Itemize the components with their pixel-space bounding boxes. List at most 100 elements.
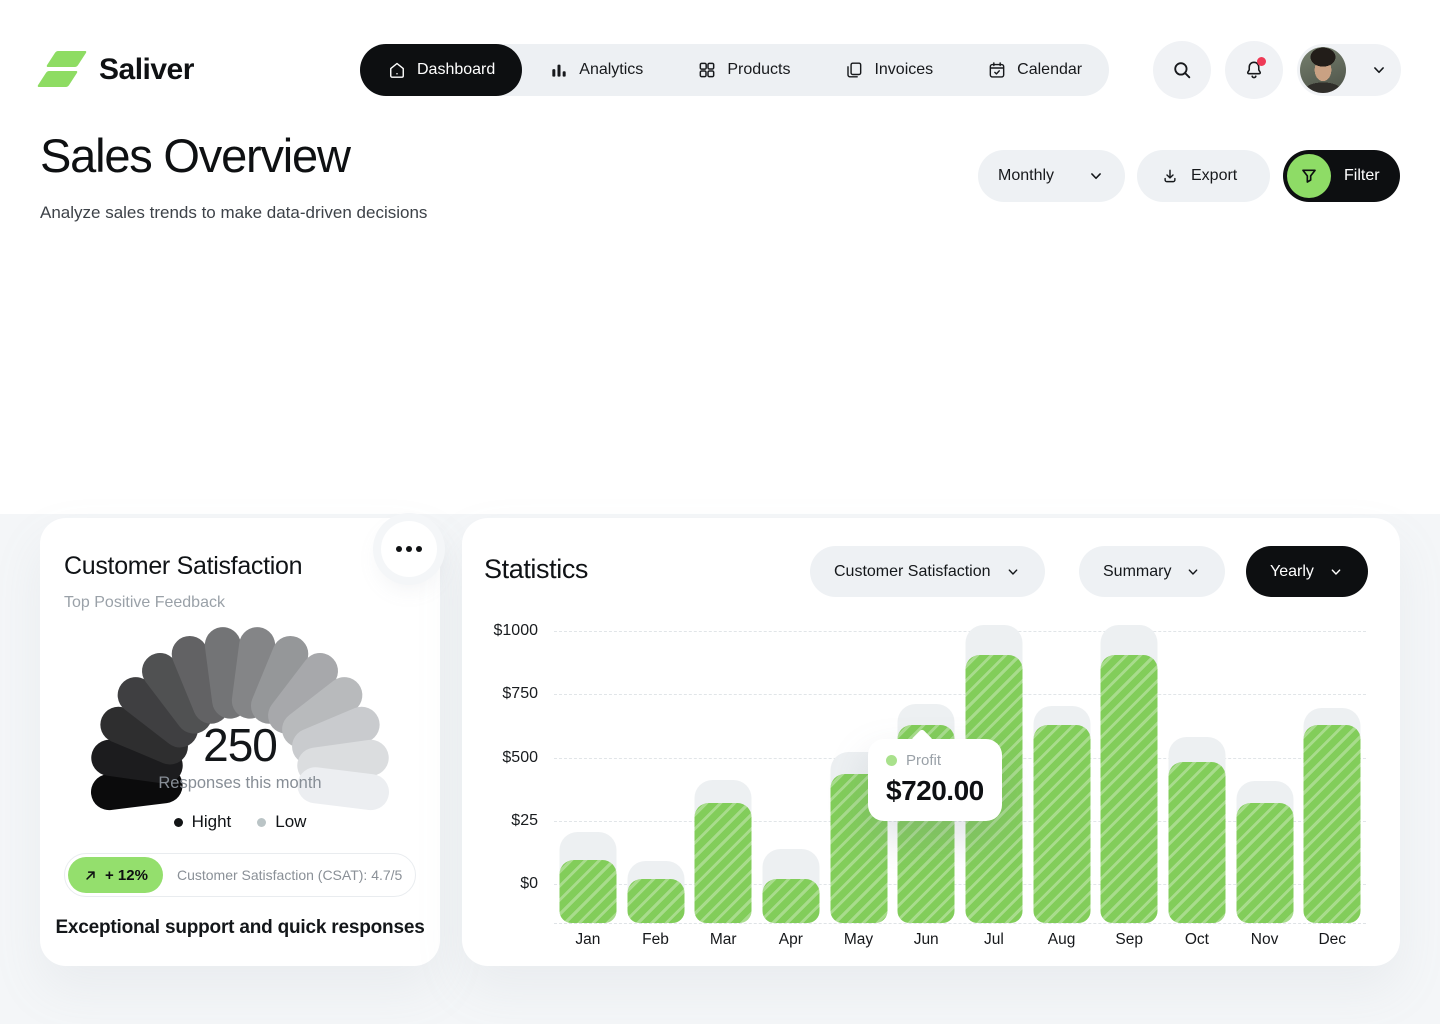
search-icon	[1171, 59, 1193, 81]
profit-bar-dec[interactable]	[1304, 725, 1361, 923]
profit-bar-nov[interactable]	[1236, 803, 1293, 923]
products-grid-icon	[697, 60, 717, 80]
y-tick-label: $500	[462, 749, 538, 767]
profit-bar-sep[interactable]	[1101, 655, 1158, 923]
range-dropdown[interactable]: Yearly	[1246, 546, 1368, 597]
export-label: Export	[1191, 167, 1237, 185]
x-tick-label: Nov	[1231, 931, 1299, 949]
tooltip-series-label: Profit	[906, 752, 941, 769]
brand-logo: Saliver	[40, 48, 194, 92]
tooltip-series-dot	[886, 755, 897, 766]
x-tick-label: Oct	[1163, 931, 1231, 949]
legend-label: Hight	[192, 812, 232, 832]
chevron-down-icon	[1328, 564, 1344, 580]
legend-item-low: Low	[257, 812, 306, 832]
profit-bar-chart: $0$25$500$750$1000 JanFebMarAprMayJunJul…	[462, 618, 1400, 923]
chart-slot-sep: Sep	[1095, 618, 1163, 923]
card-menu-button[interactable]	[381, 521, 437, 577]
filter-label: Filter	[1344, 167, 1380, 185]
period-dropdown[interactable]: Monthly	[978, 150, 1125, 202]
chevron-down-icon	[1370, 61, 1388, 79]
legend-item-high: Hight	[174, 812, 232, 832]
chevron-down-icon	[1185, 564, 1201, 580]
dropdown-label: Yearly	[1270, 563, 1314, 581]
ellipsis-icon	[396, 546, 402, 552]
avatar	[1300, 47, 1346, 93]
card-title: Customer Satisfaction	[64, 552, 302, 581]
chevron-down-icon	[1005, 564, 1021, 580]
nav-item-products[interactable]: Products	[670, 44, 817, 96]
chart-slot-dec: Dec	[1298, 618, 1366, 923]
legend-dot-low	[257, 818, 266, 827]
customer-satisfaction-card: Customer Satisfaction Top Positive Feedb…	[40, 518, 440, 966]
gauge-legend: Hight Low	[40, 812, 440, 832]
x-tick-label: May	[825, 931, 893, 949]
period-label: Monthly	[998, 167, 1054, 185]
x-tick-label: Feb	[622, 931, 690, 949]
x-tick-label: Jul	[960, 931, 1028, 949]
csat-score-badge: + 12% Customer Satisfaction (CSAT): 4.7/…	[64, 853, 416, 897]
main-nav: Dashboard Analytics Products Invoices Ca…	[360, 44, 1109, 96]
profit-bar-jan[interactable]	[559, 860, 616, 923]
legend-dot-high	[174, 818, 183, 827]
filter-funnel-icon	[1299, 166, 1319, 186]
dropdown-label: Customer Satisfaction	[834, 563, 991, 581]
chart-slot-feb: Feb	[622, 618, 690, 923]
chart-slot-mar: Mar	[689, 618, 757, 923]
notification-badge-dot	[1257, 57, 1266, 66]
y-tick-label: $25	[462, 812, 538, 830]
chart-tooltip: Profit $720.00	[868, 739, 1002, 821]
profit-bar-aug[interactable]	[1033, 725, 1090, 923]
nav-item-dashboard[interactable]: Dashboard	[360, 44, 522, 96]
brand-name: Saliver	[99, 53, 194, 87]
y-tick-label: $1000	[462, 622, 538, 640]
profit-bar-oct[interactable]	[1168, 762, 1225, 923]
chart-slot-nov: Nov	[1231, 618, 1299, 923]
chart-baseline	[554, 923, 1366, 924]
profile-menu[interactable]	[1297, 44, 1401, 96]
tooltip-value: $720.00	[886, 775, 984, 807]
legend-label: Low	[275, 812, 306, 832]
chart-slot-oct: Oct	[1163, 618, 1231, 923]
search-button[interactable]	[1153, 41, 1211, 99]
export-button[interactable]: Export	[1137, 150, 1270, 202]
nav-item-invoices[interactable]: Invoices	[817, 44, 960, 96]
y-tick-label: $750	[462, 685, 538, 703]
summary-dropdown[interactable]: Summary	[1079, 546, 1225, 597]
logo-icon	[40, 48, 86, 92]
y-tick-label: $0	[462, 875, 538, 893]
nav-item-calendar[interactable]: Calendar	[960, 44, 1109, 96]
x-tick-label: Sep	[1095, 931, 1163, 949]
csat-score-text: Customer Satisfaction (CSAT): 4.7/5	[177, 867, 402, 883]
calendar-icon	[987, 60, 1007, 80]
gauge-value: 250	[70, 718, 410, 772]
nav-label: Analytics	[579, 61, 643, 79]
nav-item-analytics[interactable]: Analytics	[522, 44, 670, 96]
profit-bar-apr[interactable]	[762, 879, 819, 923]
download-icon	[1161, 167, 1179, 185]
invoices-icon	[844, 60, 864, 80]
x-tick-label: Jan	[554, 931, 622, 949]
chevron-down-icon	[1087, 167, 1105, 185]
x-tick-label: Dec	[1298, 931, 1366, 949]
chart-slot-jan: Jan	[554, 618, 622, 923]
card-subtitle: Top Positive Feedback	[64, 594, 225, 612]
gauge-caption: Responses this month	[70, 774, 410, 793]
trend-value: + 12%	[105, 867, 148, 884]
x-tick-label: Mar	[689, 931, 757, 949]
metric-dropdown[interactable]: Customer Satisfaction	[810, 546, 1045, 597]
trend-pill: + 12%	[68, 857, 163, 893]
chart-slot-apr: Apr	[757, 618, 825, 923]
nav-label: Products	[727, 61, 790, 79]
notifications-button[interactable]	[1225, 41, 1283, 99]
profit-bar-mar[interactable]	[695, 803, 752, 923]
page-title: Sales Overview	[40, 128, 350, 183]
satisfaction-gauge: 250 Responses this month	[70, 618, 410, 803]
dashboard-app: Saliver Dashboard Analytics Products Inv…	[0, 0, 1440, 1024]
csat-footer-text: Exceptional support and quick responses	[40, 917, 440, 939]
x-tick-label: Apr	[757, 931, 825, 949]
profit-bar-feb[interactable]	[627, 879, 684, 923]
stats-title: Statistics	[484, 554, 588, 585]
x-tick-label: Jun	[892, 931, 960, 949]
filter-button[interactable]: Filter	[1283, 150, 1400, 202]
